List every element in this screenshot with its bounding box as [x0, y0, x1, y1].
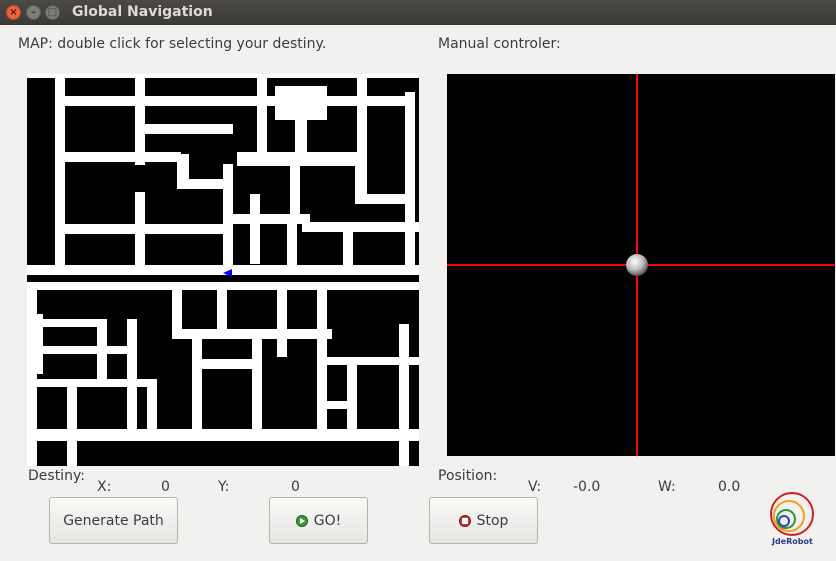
destiny-x-label: X:	[97, 479, 112, 495]
generate-path-button[interactable]: Generate Path	[49, 497, 178, 544]
logo-text: JdeRobot	[772, 537, 813, 546]
joystick-handle-icon	[626, 254, 648, 276]
go-label: GO!	[313, 512, 342, 529]
stop-label: Stop	[476, 512, 509, 529]
velocity-v-label: V:	[528, 479, 542, 495]
destiny-label: Destiny:	[28, 468, 85, 484]
destiny-y-label: Y:	[218, 479, 230, 495]
stop-button[interactable]: Stop	[429, 497, 538, 544]
map-roads	[27, 74, 419, 466]
destiny-x-value: 0	[161, 479, 170, 495]
close-icon[interactable]: ×	[6, 5, 21, 20]
stop-icon	[458, 514, 471, 527]
velocity-w-value: 0.0	[718, 479, 741, 495]
position-label: Position:	[438, 468, 498, 484]
velocity-v-value: -0.0	[573, 479, 601, 495]
manual-controller-pad[interactable]	[447, 74, 835, 456]
generate-path-label: Generate Path	[63, 512, 164, 529]
window-title: Global Navigation	[72, 4, 213, 20]
maximize-icon[interactable]: □	[45, 5, 60, 20]
map-label: MAP: double click for selecting your des…	[18, 36, 327, 52]
minimize-icon[interactable]: –	[26, 5, 41, 20]
play-icon	[295, 514, 308, 527]
destiny-y-value: 0	[291, 479, 300, 495]
go-button[interactable]: GO!	[269, 497, 368, 544]
controller-label: Manual controler:	[438, 36, 561, 52]
velocity-w-label: W:	[658, 479, 676, 495]
title-bar: × – □ Global Navigation	[0, 0, 836, 25]
map-canvas[interactable]	[27, 74, 419, 466]
